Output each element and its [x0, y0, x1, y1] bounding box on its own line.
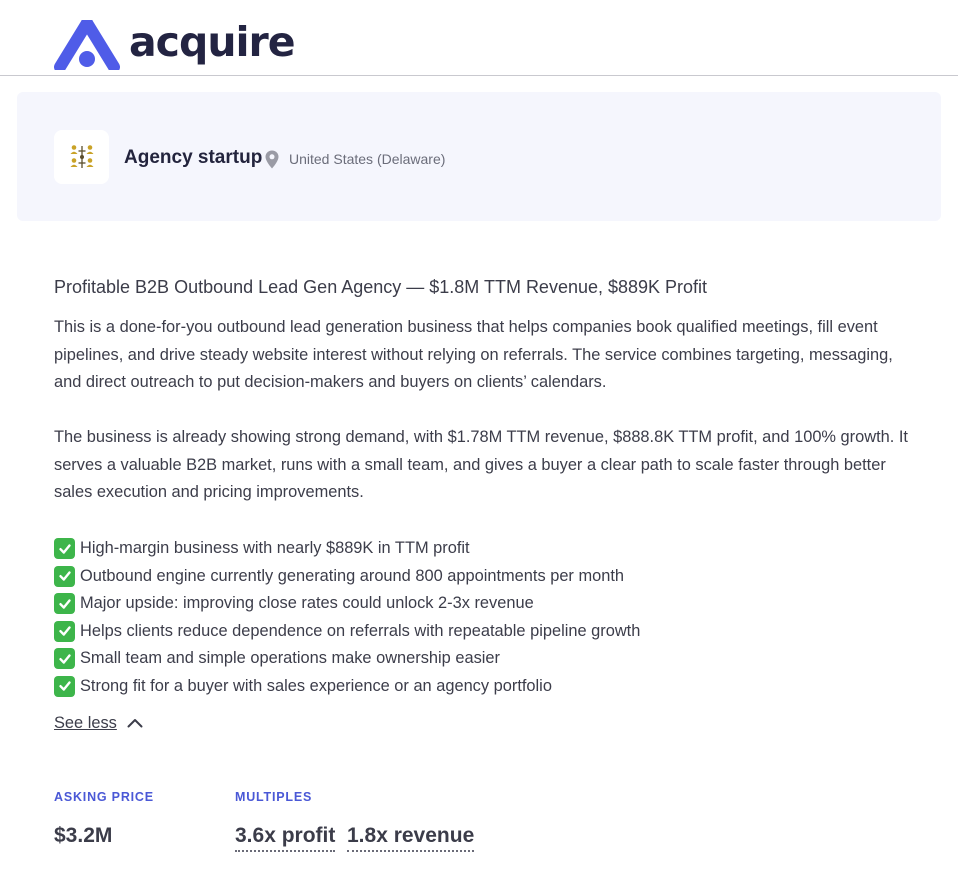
- description-paragraph: This is a done-for-you outbound lead gen…: [54, 318, 893, 391]
- list-item-text: Strong fit for a buyer with sales experi…: [80, 676, 552, 695]
- list-item-text: Small team and simple operations make ow…: [80, 649, 500, 668]
- multiples-label: MULTIPLES: [235, 790, 313, 804]
- people-network-icon: [70, 145, 93, 168]
- list-item-text: High-margin business with nearly $889K i…: [80, 539, 470, 558]
- listing-location: United States (Delaware): [289, 151, 446, 167]
- list-item: Major upside: improving close rates coul…: [54, 590, 640, 618]
- listing-card: Agency startup United States (Delaware): [17, 92, 941, 221]
- list-item: Small team and simple operations make ow…: [54, 645, 640, 673]
- list-item: High-margin business with nearly $889K i…: [54, 535, 640, 563]
- list-item: Outbound engine currently generating aro…: [54, 563, 640, 591]
- listing-headline: Profitable B2B Outbound Lead Gen Agency …: [54, 277, 708, 297]
- see-less-button[interactable]: See less: [54, 712, 143, 734]
- list-item-text: Major upside: improving close rates coul…: [80, 594, 534, 613]
- list-item: Strong fit for a buyer with sales experi…: [54, 673, 640, 701]
- check-mark-icon: [54, 538, 75, 560]
- list-item-text: Outbound engine currently generating aro…: [80, 566, 624, 585]
- revenue-multiple[interactable]: 1.8x revenue: [347, 823, 475, 852]
- check-mark-icon: [54, 620, 75, 642]
- listing-category-title: Agency startup: [124, 147, 263, 168]
- see-less-label: See less: [54, 714, 117, 732]
- check-mark-icon: [54, 648, 75, 670]
- description-paragraph: The business is already showing strong d…: [54, 428, 908, 501]
- list-item: Helps clients reduce dependence on refer…: [54, 618, 640, 646]
- brand-name: acquire: [129, 18, 296, 66]
- profit-multiple[interactable]: 3.6x profit: [235, 823, 336, 852]
- check-mark-icon: [54, 593, 75, 615]
- highlights-list: High-margin business with nearly $889K i…: [54, 535, 640, 700]
- acquire-logo[interactable]: acquire: [54, 18, 296, 70]
- map-pin-icon: [265, 150, 279, 169]
- check-mark-icon: [54, 675, 75, 697]
- site-header: acquire: [0, 0, 958, 76]
- chevron-up-icon: [127, 719, 143, 728]
- list-item-text: Helps clients reduce dependence on refer…: [80, 621, 641, 640]
- asking-price-value: $3.2M: [54, 824, 113, 847]
- acquire-logo-icon: [54, 20, 120, 70]
- asking-price-label: ASKING PRICE: [54, 790, 154, 804]
- listing-avatar: [54, 130, 109, 184]
- check-mark-icon: [54, 565, 75, 587]
